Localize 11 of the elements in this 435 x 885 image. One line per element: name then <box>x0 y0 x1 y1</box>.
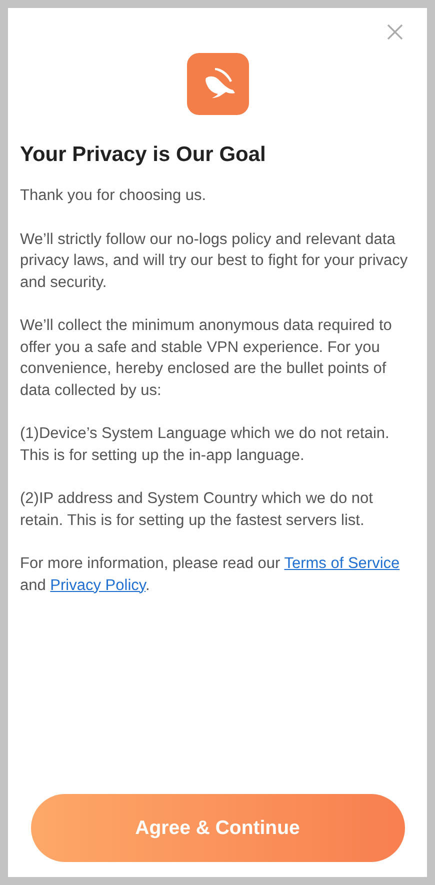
body-text: (2)IP address and System Country which we do not retain. This is for setting up the fastest servers list. <box>20 489 374 530</box>
rabbit-logo-icon <box>186 53 248 115</box>
body-text: We’ll collect the minimum anonymous data required to offer you a safe and stable VPN experience. For you convenience, hereby enclosed are the bullet points of data collected by us: <box>20 316 393 400</box>
dialog-title: Your Privacy is Our Goal <box>20 142 267 168</box>
body-text: Thank you for choosing us. <box>20 186 208 206</box>
body-text: (1)Device’s System Language which we do not retain. This is for setting up the in-app language. <box>20 424 390 466</box>
privacy-link[interactable]: Privacy Policy <box>50 576 146 594</box>
body-text: We’ll strictly follow our no-logs policy and relevant data privacy laws, and will try our best to fight for your privacy and security. <box>20 230 409 292</box>
close-icon[interactable] <box>387 24 403 40</box>
terms-link[interactable]: Terms of Service <box>284 555 400 572</box>
body-text: For more information, please read our Terms of Service and Privacy Policy. <box>20 554 401 596</box>
